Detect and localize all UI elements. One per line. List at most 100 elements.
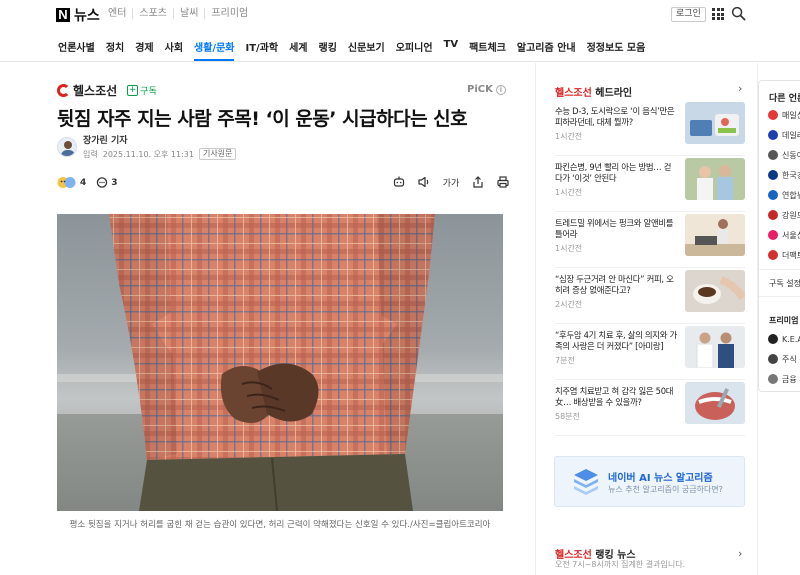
comment-count: 3 <box>111 177 118 188</box>
other-press-item[interactable]: 신동아 <box>768 145 800 165</box>
nav-item[interactable]: 언론사별 <box>58 39 95 54</box>
other-press-label: 한국경 <box>782 170 800 180</box>
nav-item[interactable]: IT/과학 <box>245 39 278 54</box>
headline-text: 치주염 치료받고 혀 감각 잃은 50대 女… 배상받을 수 있을까? <box>555 386 674 407</box>
print-icon[interactable] <box>496 175 510 189</box>
other-press-item[interactable]: 더팩트 <box>768 245 800 265</box>
ai-banner-subtitle: 뉴스 추천 알고리즘이 궁금하다면? <box>608 485 723 494</box>
nav-item[interactable]: 경제 <box>135 39 153 54</box>
reaction-count: 4 <box>80 177 87 188</box>
other-press-label: 연합뉴 <box>782 190 800 200</box>
headline-thumbnail <box>685 270 745 312</box>
press-mark-icon <box>57 84 70 97</box>
nav-item-active[interactable]: 생활/문화 <box>194 39 235 61</box>
nav-item[interactable]: 정치 <box>106 39 124 54</box>
nav-item[interactable]: 오피니언 <box>396 39 433 54</box>
other-press-item[interactable]: 연합뉴 <box>768 185 800 205</box>
search-icon[interactable] <box>731 6 746 21</box>
press-logo-icon <box>768 210 778 220</box>
naver-n-icon: N <box>56 8 70 22</box>
pick-badge[interactable]: PiCK i <box>467 84 506 95</box>
other-press-item[interactable]: 데일리 <box>768 125 800 145</box>
headline-item[interactable]: 치주염 치료받고 혀 감각 잃은 50대 女… 배상받을 수 있을까? 58분전 <box>555 380 745 436</box>
summary-robot-icon[interactable] <box>392 175 406 189</box>
premium-logo-icon <box>768 334 778 344</box>
divider <box>759 296 800 297</box>
service-link[interactable]: 스포츠 <box>132 8 173 19</box>
plus-icon: + <box>127 85 139 96</box>
other-press-list: 매일신 데일리 신동아 한국경 연합뉴 강원도 서울신 더팩트 <box>768 105 800 265</box>
ranking-subtitle: 오전 7시~8시까지 집계한 결과입니다. <box>555 560 686 569</box>
photo-caption: 평소 뒷짐을 지거나 허리를 굽힌 채 걷는 습관이 있다면, 허리 근력이 약… <box>69 520 491 530</box>
headline-thumbnail <box>685 214 745 256</box>
naver-news-logo[interactable]: N 뉴스 <box>56 5 100 25</box>
headline-item[interactable]: “후두암 4기 치료 후, 삶의 의지와 가족의 사랑은 더 커졌다” [아미랑… <box>555 324 745 380</box>
text-size-button[interactable]: 가가 <box>442 175 460 189</box>
publish-date: 2025.11.10. 오후 11:31 <box>102 149 194 159</box>
premium-logo-icon <box>768 354 778 364</box>
other-press-label: 서울신 <box>782 230 800 240</box>
other-press-label: 매일신 <box>782 110 800 120</box>
chevron-right-icon[interactable]: › <box>738 82 742 95</box>
headlines-title[interactable]: 헬스조선 헤드라인 <box>555 84 632 99</box>
headline-item[interactable]: 수능 D-3, 도시락으로 ‘이 음식’만은 피하라던데, 대체 뭘까? 1시간… <box>555 100 745 156</box>
service-link[interactable]: 엔터 <box>108 8 132 19</box>
premium-item[interactable]: 주식 정 <box>768 349 800 369</box>
nav-item[interactable]: 신문보기 <box>348 39 385 54</box>
other-press-label: 데일리 <box>782 130 800 140</box>
nav-item[interactable]: 팩트체크 <box>469 39 506 54</box>
press-logo-icon <box>768 150 778 160</box>
nav-item[interactable]: 정정보도 모음 <box>587 39 646 54</box>
comment-icon <box>97 176 108 188</box>
headline-text: 트레드밀 위에서는 펑크와 알앤비를 틀어라 <box>555 218 674 239</box>
apps-grid-icon[interactable] <box>712 8 724 20</box>
info-icon[interactable]: i <box>495 84 506 95</box>
service-link[interactable]: 날씨 <box>173 8 204 19</box>
headline-text: 수능 D-3, 도시락으로 ‘이 음식’만은 피하라던데, 대체 뭘까? <box>555 106 675 127</box>
share-icon[interactable] <box>471 175 485 189</box>
press-logo[interactable]: 헬스조선 <box>57 82 117 99</box>
comment-button[interactable]: 3 <box>96 176 118 189</box>
other-press-item[interactable]: 한국경 <box>768 165 800 185</box>
headline-item[interactable]: 파킨슨병, 9년 빨리 아는 방법… 걷다가 ‘이것’ 안된다 1시간전 <box>555 156 745 212</box>
nav-item[interactable]: TV <box>444 39 459 54</box>
login-button[interactable]: 로그인 <box>671 7 706 22</box>
nav-item[interactable]: 사회 <box>165 39 183 54</box>
premium-item[interactable]: 금융 투 <box>768 369 800 389</box>
article-photo[interactable] <box>57 214 503 511</box>
press-name: 헬스조선 <box>73 84 118 98</box>
headline-item[interactable]: “심장 두근거려 안 마신다” 커피, 오히려 증상 없애준다고? 2시간전 <box>555 268 745 324</box>
headline-item[interactable]: 트레드밀 위에서는 펑크와 알앤비를 틀어라 1시간전 <box>555 212 745 268</box>
premium-label: 주식 정 <box>782 354 800 364</box>
other-press-item[interactable]: 서울신 <box>768 225 800 245</box>
service-link[interactable]: 프리미엄 <box>204 8 254 19</box>
ai-algorithm-banner[interactable]: 네이버 AI 뉴스 알고리즘 뉴스 추천 알고리즘이 궁금하다면? <box>554 456 745 507</box>
subscribe-settings-link[interactable]: 구독 설정 <box>769 278 800 289</box>
reporter-avatar[interactable] <box>57 136 77 157</box>
nav-item[interactable]: 알고리즘 안내 <box>517 39 576 54</box>
reaction-button[interactable]: 4 <box>57 176 86 189</box>
category-nav: 언론사별 정치 경제 사회 생활/문화 IT/과학 세계 랭킹 신문보기 오피니… <box>0 30 800 62</box>
subscribe-label: 구독 <box>140 87 157 97</box>
speaker-icon[interactable] <box>417 175 431 189</box>
subscribe-button[interactable]: + 구독 <box>127 84 157 97</box>
premium-item[interactable]: K.E.A <box>768 329 800 349</box>
headline-thumbnail <box>685 382 745 424</box>
headline-text: “후두암 4기 치료 후, 삶의 의지와 가족의 사랑은 더 커졌다” [아미랑… <box>555 330 677 351</box>
press-logo-icon <box>768 110 778 120</box>
other-press-item[interactable]: 매일신 <box>768 105 800 125</box>
other-press-item[interactable]: 강원도 <box>768 205 800 225</box>
reaction-emoji-icon <box>57 177 76 188</box>
nav-item[interactable]: 랭킹 <box>319 39 337 54</box>
reporter-name[interactable]: 장가린 기자 <box>83 133 236 146</box>
headlines-list: 수능 D-3, 도시락으로 ‘이 음식’만은 피하라던데, 대체 뭘까? 1시간… <box>555 100 745 436</box>
headline-time: 58분전 <box>555 412 580 421</box>
headline-thumbnail <box>685 158 745 200</box>
chevron-right-icon[interactable]: › <box>738 547 742 560</box>
original-article-button[interactable]: 기사원문 <box>198 148 237 160</box>
other-press-label: 신동아 <box>782 150 800 160</box>
press-logo-icon <box>768 250 778 260</box>
article-headline: 뒷짐 자주 지는 사람 주목! ‘이 운동’ 시급하다는 신호 <box>57 108 468 130</box>
press-logo-icon <box>768 130 778 140</box>
nav-item[interactable]: 세계 <box>289 39 307 54</box>
